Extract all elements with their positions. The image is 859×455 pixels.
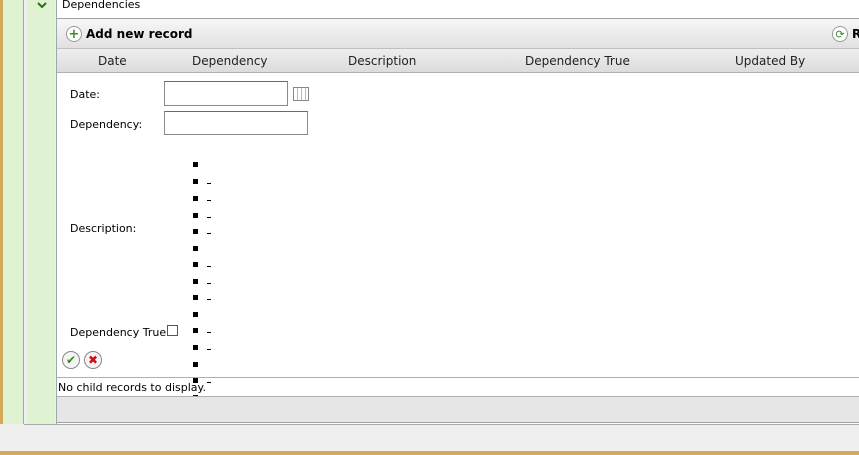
- grid-toolbar: + Add new record ⟳ R: [57, 18, 859, 49]
- list-item: [189, 326, 219, 336]
- column-header-date[interactable]: Date: [98, 54, 127, 68]
- list-item: [189, 177, 219, 187]
- list-item: [189, 194, 219, 204]
- bottom-edge: [0, 451, 859, 455]
- grid-header: Date Dependency Description Dependency T…: [57, 49, 859, 73]
- x-icon: ✖: [87, 353, 99, 367]
- dependencies-panel: Dependencies + Add new record ⟳ R Date D…: [56, 0, 859, 450]
- date-input[interactable]: [164, 81, 288, 106]
- page: Dependencies + Add new record ⟳ R Date D…: [0, 0, 859, 455]
- refresh-button[interactable]: ⟳ R: [832, 25, 859, 43]
- chevron-down-icon[interactable]: [36, 0, 48, 12]
- list-item: [189, 211, 219, 221]
- add-new-record-label: Add new record: [86, 27, 193, 41]
- list-item: [189, 244, 219, 254]
- column-header-description[interactable]: Description: [348, 54, 416, 68]
- list-item: [189, 360, 219, 370]
- section-title: Dependencies: [62, 0, 141, 11]
- refresh-label: R: [852, 27, 859, 41]
- cancel-button[interactable]: ✖: [84, 351, 102, 369]
- dependency-true-checkbox[interactable]: [167, 325, 178, 336]
- list-item: [189, 277, 219, 287]
- list-item: [189, 260, 219, 270]
- date-label: Date:: [70, 88, 100, 101]
- column-header-dependency[interactable]: Dependency: [192, 54, 268, 68]
- list-item: [189, 293, 219, 303]
- checkmark-icon: ✔: [65, 353, 77, 367]
- list-item: [189, 310, 219, 320]
- bottom-strip: [24, 424, 859, 452]
- save-button[interactable]: ✔: [62, 351, 80, 369]
- grid-pager: [57, 397, 859, 423]
- refresh-icon: ⟳: [832, 26, 848, 42]
- edit-form: Date: Dependency: Description: Dependenc…: [57, 74, 859, 450]
- dependency-true-label: Dependency True:: [70, 326, 170, 339]
- list-item: [189, 343, 219, 353]
- no-records-message: No child records to display.: [57, 377, 859, 397]
- plus-icon: +: [66, 26, 82, 42]
- left-strip: [0, 0, 24, 424]
- dependency-input[interactable]: [164, 111, 308, 135]
- add-new-record-button[interactable]: + Add new record: [66, 25, 193, 43]
- description-label: Description:: [70, 222, 137, 235]
- expand-toggle[interactable]: [27, 0, 55, 424]
- calendar-icon[interactable]: [293, 87, 309, 101]
- column-header-dependency-true[interactable]: Dependency True: [525, 54, 630, 68]
- column-header-updated-by[interactable]: Updated By: [735, 54, 805, 68]
- list-item: [189, 160, 219, 170]
- list-item: [189, 227, 219, 237]
- dependency-label: Dependency:: [70, 118, 143, 131]
